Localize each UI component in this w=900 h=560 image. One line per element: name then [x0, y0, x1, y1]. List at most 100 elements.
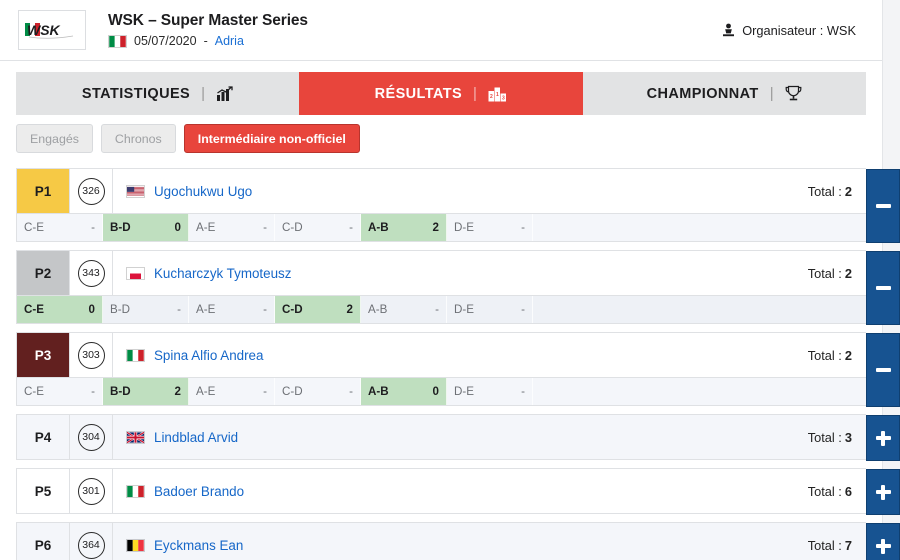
sector-value: -: [349, 385, 353, 398]
sector-value: 2: [432, 221, 439, 234]
kart-number: 303: [77, 341, 105, 369]
driver-name-link[interactable]: Badoer Brando: [154, 484, 244, 499]
sector-value: 0: [432, 385, 439, 398]
sector-cell: A-E -: [189, 214, 275, 241]
collapse-row-button[interactable]: [866, 251, 900, 325]
tab-resultats[interactable]: RÉSULTATS | 2 1 3: [299, 72, 583, 115]
tab-statistiques[interactable]: STATISTIQUES |: [16, 72, 300, 115]
sector-value: -: [177, 303, 181, 316]
podium-person-icon: [723, 23, 735, 36]
sector-value: -: [521, 303, 525, 316]
total-label: Total :: [807, 347, 842, 363]
sector-label: C-D: [282, 385, 303, 398]
sector-value: -: [91, 221, 95, 234]
driver-cell: Eyckmans Ean: [113, 523, 808, 560]
collapse-row-button[interactable]: [866, 169, 900, 243]
tab-separator: |: [201, 85, 206, 102]
kart-number-cell: 343: [69, 251, 113, 295]
position-badge: P6: [34, 537, 52, 553]
filter-engages[interactable]: Engagés: [16, 124, 93, 153]
plus-icon: [875, 430, 891, 446]
sector-cell: D-E -: [447, 378, 533, 405]
main-tabs: STATISTIQUES | RÉSULTATS | 2 1 3 CHAMPIO…: [16, 72, 866, 115]
sector-value: 2: [346, 303, 353, 316]
position-badge: P3: [17, 333, 69, 377]
sector-value: 0: [88, 303, 95, 316]
svg-text:2: 2: [490, 94, 493, 100]
total-value: 7: [844, 537, 852, 553]
sector-cell: A-E -: [189, 378, 275, 405]
sector-value: -: [91, 385, 95, 398]
driver-name-link[interactable]: Eyckmans Ean: [154, 538, 243, 553]
total-value: 2: [844, 265, 852, 281]
sector-label: A-E: [196, 221, 216, 234]
table-row[interactable]: P2 343 Kucharczyk Tymoteusz Total :2: [16, 250, 900, 325]
sector-value: -: [349, 221, 353, 234]
sector-value: -: [521, 221, 525, 234]
total-points: Total :2: [808, 251, 866, 295]
sector-filler: [533, 214, 866, 241]
sector-label: A-E: [196, 385, 216, 398]
total-label: Total :: [807, 537, 842, 553]
results-page: WSK WSK – Super Master Series 05/07/2020…: [0, 0, 900, 560]
total-points: Total :2: [808, 169, 866, 213]
tab-separator: |: [769, 85, 774, 102]
total-value: 2: [844, 347, 852, 363]
sector-cell: C-E 0: [17, 296, 103, 323]
event-location-link[interactable]: Adria: [215, 34, 244, 48]
sector-filler: [533, 296, 866, 323]
flag-it-icon: [126, 348, 145, 362]
filter-chronos[interactable]: Chronos: [100, 124, 176, 153]
sector-cell: C-E -: [17, 214, 103, 241]
total-points: Total :6: [808, 469, 866, 513]
table-row[interactable]: P6 364 Eyckmans Ean Total :7: [16, 522, 900, 560]
sector-value: 0: [174, 221, 181, 234]
kart-number-cell: 303: [69, 333, 113, 377]
position-badge: P1: [17, 169, 69, 213]
flag-us-icon: [126, 184, 145, 198]
sector-label: A-E: [196, 303, 216, 316]
table-row[interactable]: P3 303 Spina Alfio Andrea Total :2: [16, 332, 900, 407]
event-date: 05/07/2020: [134, 34, 197, 48]
expand-row-button[interactable]: [866, 415, 900, 461]
tab-championnat-label: CHAMPIONNAT: [646, 85, 759, 102]
filter-intermediaire-non-officiel[interactable]: Intermédiaire non-officiel: [183, 124, 360, 153]
collapse-row-button[interactable]: [866, 333, 900, 407]
event-header: WSK WSK – Super Master Series 05/07/2020…: [0, 0, 882, 61]
trophy-icon: [785, 85, 802, 101]
flag-gb-icon: [126, 430, 145, 444]
sector-label: C-E: [24, 303, 44, 316]
table-row[interactable]: P1 326 Ugochukwu Ugo Total :2: [16, 168, 900, 243]
sector-detail-row: C-E - B-D 0 A-E - C-D - A-B 2 D-E -: [16, 214, 866, 242]
sector-label: A-B: [368, 221, 389, 234]
total-points: Total :3: [808, 415, 866, 459]
tab-separator: |: [473, 85, 478, 102]
minus-icon: [875, 286, 891, 290]
sector-value: -: [263, 221, 267, 234]
flag-pl-icon: [126, 266, 145, 280]
event-title-block: WSK – Super Master Series 05/07/2020 - A…: [108, 12, 308, 48]
sector-label: C-D: [282, 221, 303, 234]
wsk-logo-icon: WSK: [25, 22, 74, 39]
driver-cell: Badoer Brando: [113, 469, 808, 513]
total-value: 2: [844, 183, 852, 199]
position-badge: P4: [34, 429, 52, 445]
sector-label: C-E: [24, 385, 44, 398]
table-row[interactable]: P4 304 Lindblad Arvid Total :3: [16, 414, 900, 461]
driver-name-link[interactable]: Lindblad Arvid: [154, 430, 238, 445]
table-row[interactable]: P5 301 Badoer Brando Total :6: [16, 468, 900, 515]
sector-cell: C-E -: [17, 378, 103, 405]
tab-championnat[interactable]: CHAMPIONNAT |: [582, 72, 866, 115]
plus-icon: [875, 484, 891, 500]
expand-row-button[interactable]: [866, 469, 900, 515]
sector-value: -: [521, 385, 525, 398]
driver-name-link[interactable]: Ugochukwu Ugo: [154, 184, 252, 199]
sector-cell: C-D -: [275, 214, 361, 241]
flag-it-icon: [108, 34, 127, 48]
driver-name-link[interactable]: Kucharczyk Tymoteusz: [154, 266, 291, 281]
driver-name-link[interactable]: Spina Alfio Andrea: [154, 348, 263, 363]
position-badge: P2: [17, 251, 69, 295]
expand-row-button[interactable]: [866, 523, 900, 560]
result-group: P2 343 Kucharczyk Tymoteusz Total :2 C-E 0 B-D…: [16, 250, 900, 325]
total-value: 6: [844, 483, 852, 499]
